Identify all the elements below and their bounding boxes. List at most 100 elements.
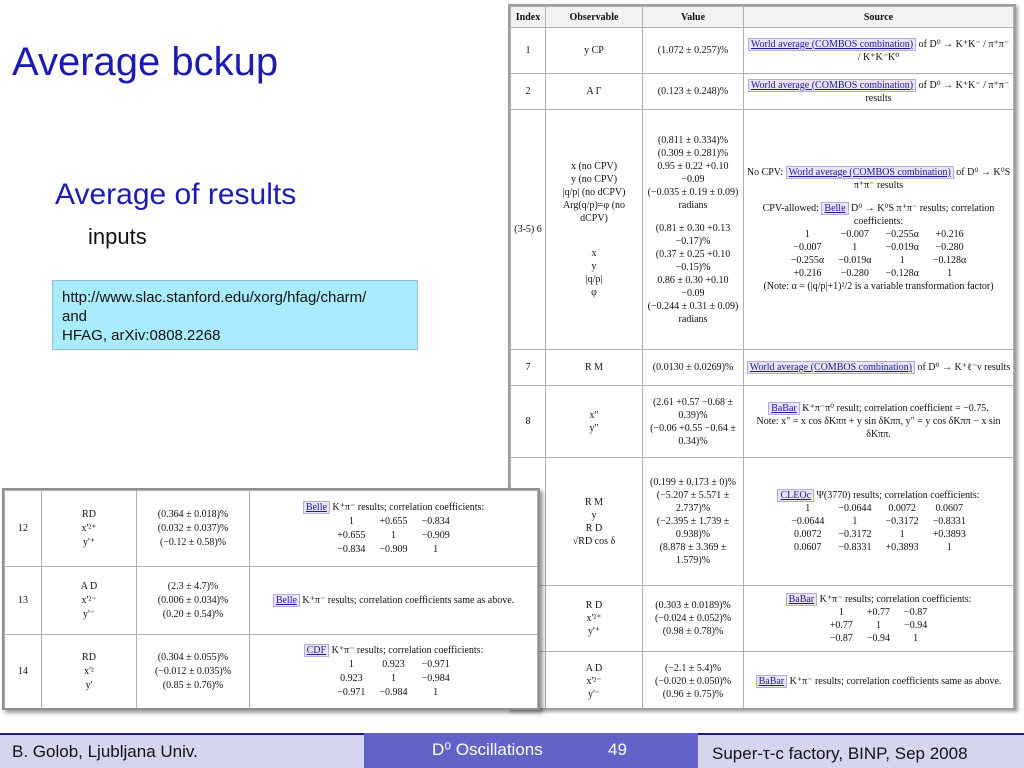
matrix-cell: 1 <box>433 686 439 698</box>
matrix-cell: 0.0607 <box>794 542 822 553</box>
obs-line: x <box>591 248 597 259</box>
source-link[interactable]: World average (COMBOS combination) <box>747 37 917 51</box>
correlation-matrix: 1 0.923 −0.971 0.923 1 −0.984 −0.971 −0.984 1 <box>337 658 449 700</box>
value-line: (0.96 ± 0.75)% <box>662 689 724 700</box>
value-line: (0.20 ± 0.54)% <box>162 608 224 620</box>
matrix-cell: 1 <box>433 543 439 555</box>
matrix-cell: −0.94 <box>866 632 891 644</box>
matrix-cell: 1 <box>348 515 354 527</box>
value-line: (0.006 ± 0.034)% <box>157 594 229 606</box>
value-line: (−0.06 +0.55 −0.64 ± 0.34)% <box>650 422 736 447</box>
source-link[interactable]: BaBar <box>785 592 818 606</box>
matrix-cell: +0.77 <box>829 619 853 631</box>
matrix-cell: +0.3893 <box>885 542 919 553</box>
slide-subtitle: Average of results <box>55 178 297 211</box>
row-observable: RD x'²⁺ y'⁺ <box>41 490 137 567</box>
row-observable: x (no CPV) y (no CPV) |q/p| (no dCPV) Ar… <box>545 109 643 350</box>
matrix-cell: −0.019α <box>885 242 919 253</box>
value-line: (2.3 ± 4.7)% <box>167 580 219 592</box>
row-value: (0.304 ± 0.055)% (−0.012 ± 0.035)% (0.85… <box>136 634 250 708</box>
value-line: (−0.12 ± 0.58)% <box>159 536 227 548</box>
matrix-cell: 1 <box>899 255 905 266</box>
table-row: 7 R M (0.0130 ± 0.0269)% World average (… <box>510 349 1014 386</box>
row-source: Belle K⁺π⁻ results; correlation coeffici… <box>249 566 538 635</box>
row-value: (0.123 ± 0.248)% <box>642 73 744 110</box>
matrix-cell: 0.0072 <box>794 529 822 540</box>
matrix-cell: +0.216 <box>935 229 964 240</box>
matrix-cell: −0.128α <box>932 255 967 266</box>
matrix-cell: 1 <box>875 619 881 631</box>
source-text: of D⁰ → K⁺ℓ⁻ν results <box>917 362 1011 373</box>
source-link[interactable]: World average (COMBOS combination) <box>746 361 915 374</box>
obs-line: y <box>591 261 597 272</box>
source-link[interactable]: CDF <box>303 643 330 657</box>
source-link[interactable]: World average (COMBOS combination) <box>747 78 917 92</box>
reference-link[interactable]: http://www.slac.stanford.edu/xorg/hfag/c… <box>62 288 417 307</box>
matrix-cell: 1 <box>838 606 844 618</box>
obs-line: R D <box>585 600 603 611</box>
matrix-cell: −0.128α <box>885 268 919 279</box>
reference-and: and <box>62 308 88 325</box>
value-line: (0.303 ± 0.0189)% <box>655 600 731 611</box>
source-link[interactable]: Belle <box>302 500 330 514</box>
source-link[interactable]: CLEOc <box>777 489 815 502</box>
matrix-cell: −0.87 <box>829 632 853 644</box>
source-text: D⁰ → K⁰S π⁺π⁻ results; correlation coeff… <box>851 203 995 227</box>
matrix-cell: 1 <box>946 542 952 553</box>
inputs-label: inputs <box>88 224 147 249</box>
matrix-cell: −0.007 <box>793 242 822 253</box>
matrix-cell: 1 <box>947 268 953 279</box>
matrix-cell: +0.3893 <box>932 529 966 540</box>
footer-topic-text: D⁰ Oscillations <box>432 740 543 759</box>
source-link[interactable]: BaBar <box>768 402 800 415</box>
obs-line: x (no CPV) <box>570 161 618 172</box>
header-observable: Observable <box>545 6 643 28</box>
obs-line: Arg(q/p)=φ (no dCPV) <box>562 200 626 224</box>
matrix-cell: −0.909 <box>421 529 450 541</box>
obs-line: y'⁻ <box>587 689 601 700</box>
matrix-cell: −0.0644 <box>791 516 825 527</box>
row-observable: R D x'²⁺ y'⁺ <box>545 585 643 652</box>
table-row: 12 RD x'²⁺ y'⁺ (0.364 ± 0.018)% (0.032 ±… <box>4 490 538 567</box>
matrix-cell: +0.216 <box>793 268 822 279</box>
matrix-cell: −0.280 <box>935 242 964 253</box>
row-observable: A Γ <box>545 73 643 110</box>
source-link[interactable]: Belle <box>821 202 849 215</box>
obs-line: RD <box>82 651 96 663</box>
slide-footer: B. Golob, Ljubljana Univ. D⁰ Oscillation… <box>0 733 1024 768</box>
obs-line: y (no CPV) <box>570 174 618 185</box>
row-index: 13 <box>4 566 42 635</box>
table-row: 13 A D x'²⁻ y'⁻ (2.3 ± 4.7)% (0.006 ± 0.… <box>4 566 538 635</box>
matrix-cell: −0.255α <box>790 255 825 266</box>
nocpv-label: No CPV: <box>746 167 784 178</box>
source-link[interactable]: BaBar <box>755 675 788 688</box>
header-value: Value <box>642 6 744 28</box>
row-index: 8 <box>510 385 546 458</box>
source-note: Note: x" = x cos δKππ + y sin δKππ, y" =… <box>756 416 1001 440</box>
table-row: 8 x" y" (2.61 +0.57 −0.68 ± 0.39)% (−0.0… <box>510 385 1014 458</box>
table-row: A D x'²⁻ y'⁻ (−2.1 ± 5.4)% (−0.020 ± 0.0… <box>510 651 1014 708</box>
cpv-label: CPV-allowed: <box>762 203 819 214</box>
value-line: (0.81 ± 0.30 +0.13 −0.17)% <box>655 222 731 247</box>
source-link[interactable]: Belle <box>272 593 300 607</box>
value-line: (0.85 ± 0.76)% <box>162 679 224 691</box>
matrix-cell: 0.0607 <box>935 503 963 514</box>
matrix-cell: −0.8331 <box>838 542 872 553</box>
matrix-cell: −0.255α <box>885 229 919 240</box>
value-line: (−2.395 ± 1.739 ± 0.938)% <box>656 516 730 540</box>
matrix-cell: −0.834 <box>337 543 366 555</box>
footer-topic: D⁰ Oscillations 49 <box>364 733 698 768</box>
matrix-cell: 0.923 <box>382 658 405 670</box>
matrix-cell: 1 <box>805 503 811 514</box>
matrix-cell: −0.984 <box>421 672 450 684</box>
matrix-cell: 1 <box>852 516 858 527</box>
source-link[interactable]: World average (COMBOS combination) <box>785 166 954 179</box>
row-index: (3-5) 6 <box>510 109 546 350</box>
page-number: 49 <box>608 740 627 759</box>
row-observable: x" y" <box>545 385 643 458</box>
source-text: K⁺π⁻π⁰ result; correlation coefficient =… <box>802 403 989 414</box>
matrix-cell: 0.0072 <box>888 503 916 514</box>
obs-line: |q/p| (no dCPV) <box>562 187 626 198</box>
value-line: (0.304 ± 0.055)% <box>157 651 229 663</box>
value-line: (2.61 +0.57 −0.68 ± 0.39)% <box>652 396 734 421</box>
